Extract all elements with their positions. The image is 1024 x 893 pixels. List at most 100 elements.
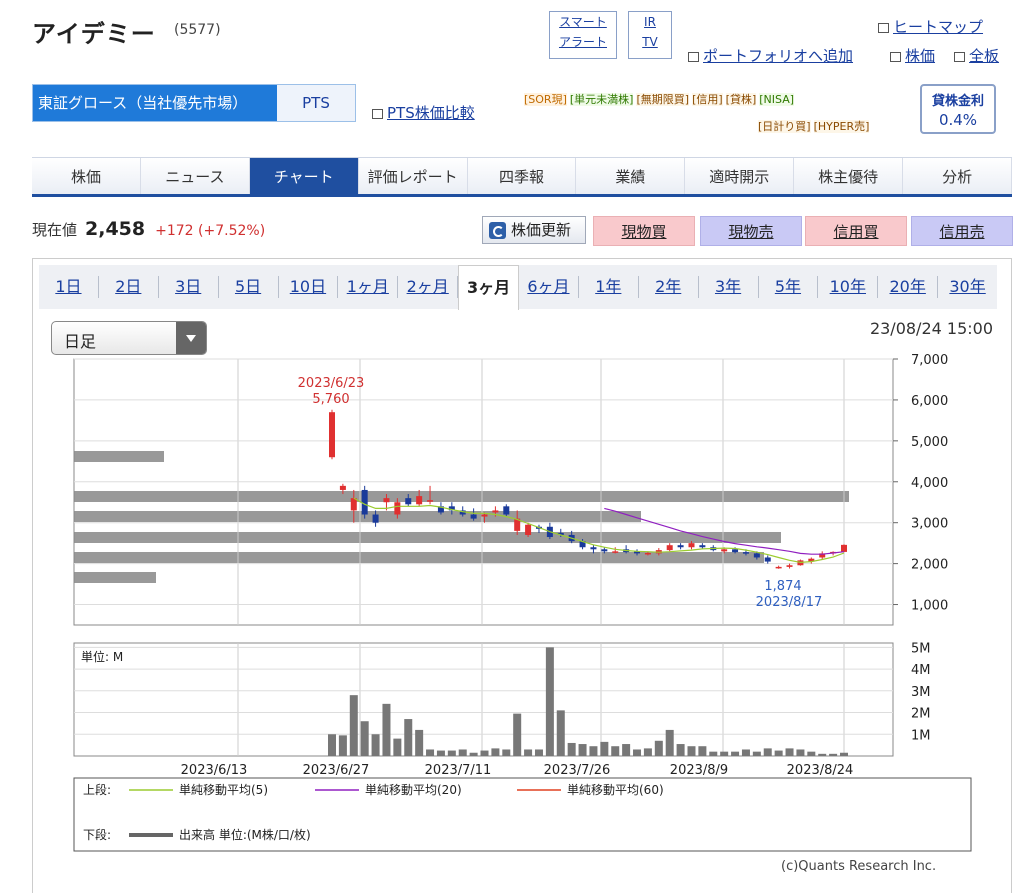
y-tick-label: 4,000 [911,476,948,491]
volume-profile-bar [74,511,641,522]
volume-bar [513,713,522,756]
margin-buy-button[interactable]: 信用買 [805,216,907,246]
tab-shareholder-benefits[interactable]: 株主優待 [794,158,904,194]
candle-body [339,485,346,490]
tab-analysis[interactable]: 分析 [903,158,1013,194]
market-pts[interactable]: PTS [277,85,355,121]
volume-bar [491,748,500,756]
document-icon [688,52,699,62]
volume-bar [796,749,805,756]
volume-bar [328,734,336,756]
tab-rating-report[interactable]: 評価レポート [358,158,468,194]
cash-sell-button[interactable]: 現物売 [700,216,802,246]
candle-body [699,545,706,548]
tab-performance[interactable]: 業績 [576,158,686,194]
volume-unit-label: 単位: M [81,649,123,664]
add-portfolio-link[interactable]: ポートフォリオへ追加 [688,45,853,66]
refresh-price-button[interactable]: 株価更新 [482,216,586,244]
lending-rate-box[interactable]: 貸株金利 0.4% [920,84,996,134]
volume-bar [763,748,772,756]
tag-indefinite: [無期限買] [636,93,690,106]
pts-compare-label: PTS株価比較 [387,104,475,122]
volume-bar [654,740,663,756]
volume-tick-label: 2M [911,707,931,722]
stock-code: (5577) [174,22,221,38]
x-tick-label: 2023/7/11 [425,763,492,778]
candle-body [350,498,357,511]
lending-rate-value: 0.4% [938,111,978,129]
candle-body [612,551,619,553]
annotation-low-date: 2023/8/17 [756,595,823,610]
tag-margin: [信用] [692,93,723,106]
candle-body [721,549,728,552]
y-tick-label: 6,000 [911,394,948,409]
volume-bar [371,734,380,756]
company-name: アイデミー [32,20,156,48]
pts-compare-link[interactable]: PTS株価比較 [372,102,475,123]
volume-profile-bar [74,572,156,583]
candle-body [525,524,532,535]
volume-profile-bar [74,532,781,543]
volume-bar [731,751,740,756]
tab-chart[interactable]: チャート [249,158,359,194]
y-tick-label: 2,000 [911,558,948,573]
volume-bar [447,750,456,756]
volume-bar [687,746,696,756]
annotation-high-value: 5,760 [312,392,349,407]
ir-tv-button[interactable]: IR TV [628,11,672,59]
volume-bar [633,749,642,756]
y-tick-label: 5,000 [911,435,948,450]
tab-disclosure[interactable]: 適時開示 [685,158,795,194]
smart-alert-line2: アラート [558,35,607,49]
volume-bar [611,746,620,756]
candle-body [732,549,739,553]
volume-bar [818,753,827,756]
market-selector: 東証グロース（当社優先市場） PTS [32,84,356,122]
current-price-label: 現在値 [32,221,78,239]
margin-sell-button[interactable]: 信用売 [911,216,1013,246]
tag-hyper: [HYPER売] [813,120,870,133]
volume-tick-label: 3M [911,685,931,700]
cash-buy-button[interactable]: 現物買 [593,216,695,246]
candle-body [742,552,749,554]
volume-plot-frame [73,642,894,757]
tab-shikiho[interactable]: 四季報 [467,158,577,194]
heatmap-label: ヒートマップ [893,18,984,36]
candle-body [677,545,684,548]
smart-alert-button[interactable]: スマート アラート [549,11,617,59]
full-board-link[interactable]: 全板 [954,45,999,66]
stock-price-link[interactable]: 株価 [890,45,935,66]
refresh-icon [489,222,506,239]
volume-bar [458,749,467,756]
heatmap-link[interactable]: ヒートマップ [878,16,983,37]
candle-body [644,552,651,555]
x-tick-label: 2023/6/27 [303,763,370,778]
volume-tick-label: 1M [911,728,931,743]
x-tick-label: 2023/8/9 [670,763,728,778]
candle-body [753,553,760,558]
chart-panel: 1日 2日 3日 5日 10日 1ヶ月 2ヶ月 3ヶ月 6ヶ月 1年 2年 3年… [32,258,1012,893]
tag-sor: [SOR現] [524,93,567,106]
volume-bar [840,752,848,756]
price-change: +172 (+7.52%) [155,223,266,239]
market-tse-growth[interactable]: 東証グロース（当社優先市場） [33,85,277,121]
candle-body [481,514,488,517]
volume-bar [578,744,587,756]
volume-bar [524,749,533,756]
volume-bar [807,751,816,756]
main-tabs: 株価 ニュース チャート 評価レポート 四季報 業績 適時開示 株主優待 分析 [32,157,1013,197]
candle-body [329,412,335,458]
volume-bar [404,719,413,756]
current-price-row: 現在値 2,458 +172 (+7.52%) [32,218,265,240]
tab-price[interactable]: 株価 [32,158,141,194]
volume-bar [676,744,685,756]
volume-bar [709,751,718,756]
window-icon [890,52,901,62]
volume-bar [426,749,435,756]
candle-body [405,498,412,505]
chart-credit: (c)Quants Research Inc. [781,859,937,874]
x-tick-label: 2023/8/24 [787,763,854,778]
volume-bar [698,746,707,756]
volume-bar [480,750,489,756]
tab-news[interactable]: ニュース [140,158,250,194]
